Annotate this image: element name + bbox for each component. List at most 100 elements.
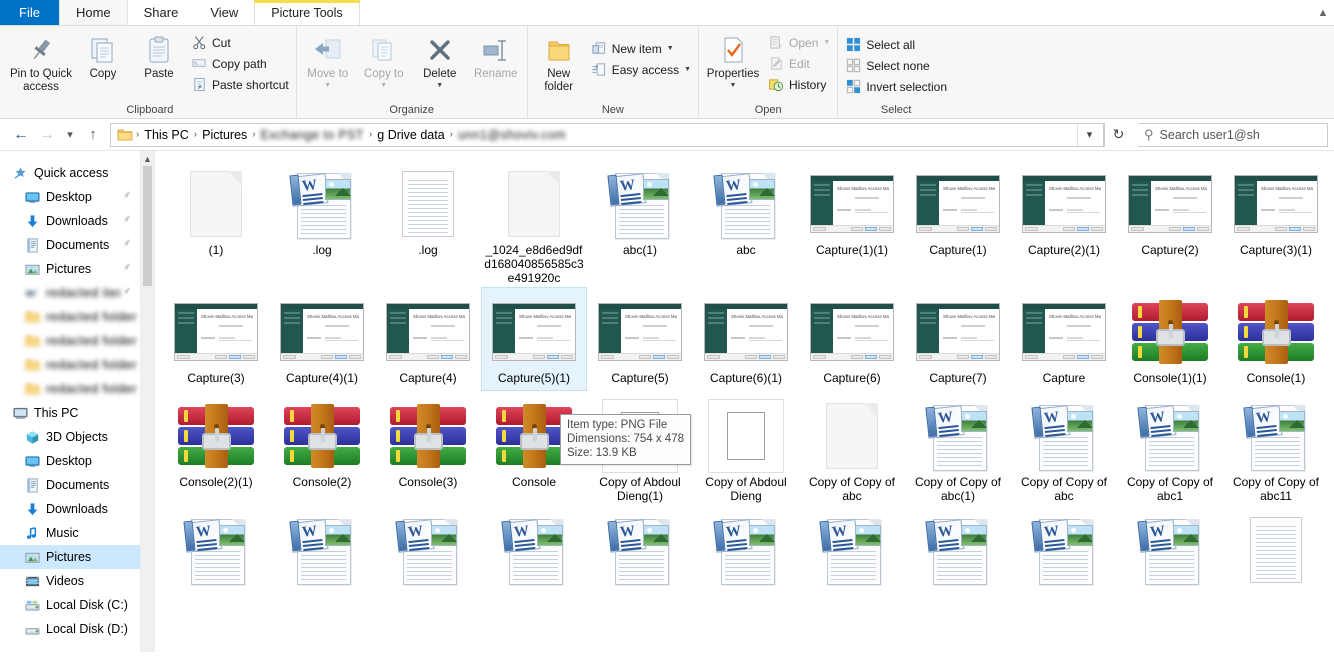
file-item[interactable]: Shoviv Mailbox Access Manager Capture(6) [799,287,905,391]
file-item[interactable]: Wabc [693,159,799,263]
copy-path-button[interactable]: \\... Copy path [187,53,293,74]
tab-home[interactable]: Home [58,0,128,25]
file-item[interactable]: W [587,505,693,609]
file-item[interactable]: W [799,505,905,609]
file-item[interactable]: Shoviv Mailbox Access Manager Capture(3)(… [1223,159,1329,263]
properties-button[interactable]: Properties ▼ [702,30,764,89]
sidebar-item-3d-objects[interactable]: 3D Objects [0,425,140,449]
new-item-button[interactable]: New item ▼ [587,38,695,59]
forward-button[interactable]: → [34,122,60,148]
copy-to-button[interactable]: Copy to ▼ [356,30,412,89]
recent-locations-button[interactable]: ▾ [60,122,80,148]
scroll-up-arrow-icon[interactable]: ▲ [141,151,154,166]
breadcrumb-pictures[interactable]: Pictures [198,128,251,142]
refresh-button[interactable]: ↻ [1104,122,1132,147]
invert-selection-button[interactable]: Invert selection [841,76,951,97]
tab-view[interactable]: View [194,0,254,25]
move-to-button[interactable]: Move to ▼ [300,30,356,89]
file-item[interactable]: Shoviv Mailbox Access Manager Capture(1)(… [799,159,905,263]
file-list[interactable]: Item type: PNG File Dimensions: 754 x 47… [155,151,1334,652]
sidebar-item-redacted-folder-four[interactable]: redacted folder four [0,377,140,401]
sidebar-item-downloads[interactable]: Downloads [0,497,140,521]
file-item[interactable] [1223,505,1329,609]
file-item[interactable]: Shoviv Mailbox Access Manager Capture(6)(… [693,287,799,391]
tab-file[interactable]: File [0,0,59,25]
open-button[interactable]: Open ▼ [764,32,834,53]
delete-button[interactable]: Delete ▼ [412,30,468,89]
history-button[interactable]: History [764,74,834,95]
sidebar-item-desktop[interactable]: Desktop [0,185,140,209]
select-none-button[interactable]: Select none [841,55,951,76]
sidebar-item-documents[interactable]: Documents [0,233,140,257]
navigation-scrollbar[interactable]: ▲ [140,151,155,652]
file-item[interactable]: Shoviv Mailbox Access Manager Capture(5) [587,287,693,391]
file-item[interactable]: (1) [163,159,269,263]
paste-button[interactable]: Paste [131,30,187,81]
breadcrumb-dropdown-icon[interactable]: ▾ [1077,123,1101,146]
new-folder-button[interactable]: New folder [531,30,587,93]
sidebar-item-quick-access[interactable]: Quick access [0,161,140,185]
sidebar-item-pictures[interactable]: Pictures [0,545,140,569]
pin-to-quick-access-button[interactable]: Pin to Quick access [7,30,75,93]
file-item[interactable]: Shoviv Mailbox Access Manager Capture(7) [905,287,1011,391]
file-item[interactable]: Copy of Abdoul Dieng [693,391,799,505]
copy-to-caret-icon[interactable]: ▼ [380,82,387,89]
file-item[interactable]: Shoviv Mailbox Access Manager Capture [1011,287,1117,391]
sidebar-item-redacted-folder-two[interactable]: redacted folder two [0,329,140,353]
copy-button[interactable]: Copy [75,30,131,81]
pin-icon[interactable] [121,286,132,300]
breadcrumb-g-drive-data[interactable]: g Drive data [373,128,448,142]
easy-access-caret-icon[interactable]: ▼ [684,66,691,73]
file-item[interactable]: Shoviv Mailbox Access Manager Capture(5)(… [481,287,587,391]
file-item[interactable]: W [375,505,481,609]
paste-shortcut-button[interactable]: Paste shortcut [187,74,293,95]
rename-button[interactable]: Rename [468,30,524,81]
file-item[interactable]: Shoviv Mailbox Access Manager Capture(4) [375,287,481,391]
sidebar-item-desktop[interactable]: Desktop [0,449,140,473]
file-item[interactable]: W Copy of Copy of abc [1011,391,1117,505]
breadcrumb[interactable]: › This PC › Pictures › Exchange to PST ›… [110,122,1104,147]
pin-icon[interactable] [121,190,132,204]
sidebar-item-pictures[interactable]: Pictures [0,257,140,281]
file-item[interactable]: W .log [269,159,375,263]
tab-share[interactable]: Share [128,0,195,25]
file-item[interactable]: W [1011,505,1117,609]
edit-button[interactable]: Edit [764,53,834,74]
sidebar-item-this-pc[interactable]: This PC [0,401,140,425]
file-item[interactable]: W [269,505,375,609]
file-item[interactable]: Console(3) [375,391,481,495]
select-all-button[interactable]: Select all [841,34,951,55]
file-item[interactable]: Shoviv Mailbox Access Manager Capture(3) [163,287,269,391]
move-to-caret-icon[interactable]: ▼ [324,82,331,89]
breadcrumb-redacted-2[interactable]: unn1@shoviv.com [454,128,1077,142]
file-item[interactable]: Shoviv Mailbox Access Manager Capture(2)(… [1011,159,1117,263]
file-item[interactable]: Copy of Copy of abc [799,391,905,505]
sidebar-item-music[interactable]: Music [0,521,140,545]
cut-button[interactable]: Cut [187,32,293,53]
search-input[interactable]: ⚲ Search user1@sh [1138,122,1328,147]
file-item[interactable]: Shoviv Mailbox Access Manager Capture(4)(… [269,287,375,391]
file-item[interactable]: W [163,505,269,609]
file-item[interactable]: Console(2) [269,391,375,495]
breadcrumb-redacted-1[interactable]: Exchange to PST [257,128,368,142]
delete-caret-icon[interactable]: ▼ [436,82,443,89]
up-button[interactable]: ↑ [80,122,106,148]
scrollbar-thumb[interactable] [143,166,152,286]
sidebar-item-documents[interactable]: Documents [0,473,140,497]
file-item[interactable]: W [1117,505,1223,609]
file-item[interactable]: Wabc(1) [587,159,693,263]
file-item[interactable]: Console(2)(1) [163,391,269,495]
back-button[interactable]: ← [8,122,34,148]
collapse-ribbon-icon[interactable]: ▲ [1312,0,1334,25]
pin-icon[interactable] [121,214,132,228]
sidebar-item-redacted-folder-three[interactable]: redacted folder three [0,353,140,377]
sidebar-item-videos[interactable]: Videos [0,569,140,593]
tab-picture-tools[interactable]: Picture Tools [254,0,360,25]
file-item[interactable]: Console(1) [1223,287,1329,391]
file-item[interactable]: W [481,505,587,609]
easy-access-button[interactable]: Easy access ▼ [587,59,695,80]
open-caret-icon[interactable]: ▼ [823,39,830,46]
file-item[interactable]: W Copy of Copy of abc11 [1223,391,1329,505]
pin-icon[interactable] [121,262,132,276]
file-item[interactable]: Shoviv Mailbox Access Manager Capture(2) [1117,159,1223,263]
